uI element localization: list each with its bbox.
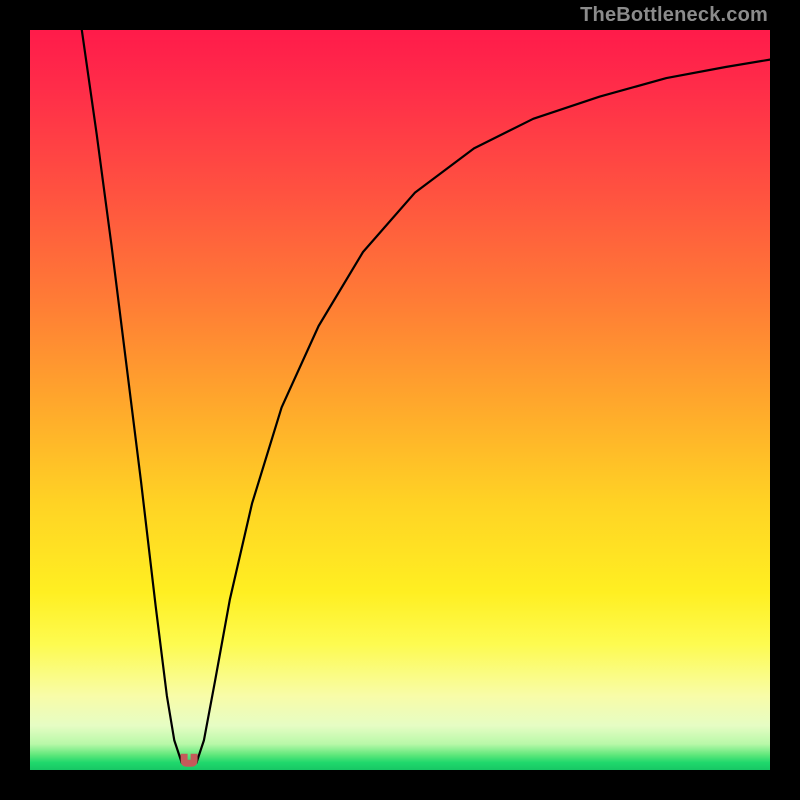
curve-layer: [30, 30, 770, 770]
plot-area: [30, 30, 770, 770]
curve-right-branch: [197, 60, 771, 763]
curve-left-branch: [82, 30, 182, 763]
watermark-label: TheBottleneck.com: [580, 4, 768, 27]
chart-frame: TheBottleneck.com: [0, 0, 800, 800]
minimum-marker-icon: [181, 754, 197, 766]
